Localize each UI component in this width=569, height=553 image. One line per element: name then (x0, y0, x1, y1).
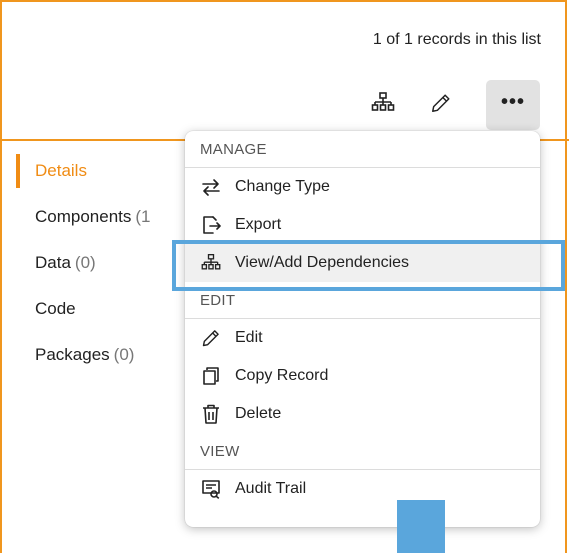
sidebar-item-label: Components (35, 207, 132, 226)
menu-item-delete[interactable]: Delete (185, 395, 540, 433)
record-toolbar: ••• (0, 80, 569, 130)
highlight-callout-box (172, 240, 565, 291)
pencil-icon (201, 328, 221, 348)
records-count: 1 of 1 records in this list (372, 31, 541, 48)
cursor-marker (397, 500, 445, 553)
menu-item-label: Audit Trail (235, 480, 307, 497)
audit-trail-icon (201, 479, 221, 499)
sidebar-item-count: (0) (113, 345, 135, 364)
trash-icon (201, 404, 221, 424)
menu-item-copy-record[interactable]: Copy Record (185, 357, 540, 395)
more-actions-button[interactable]: ••• (486, 80, 540, 130)
export-icon (201, 215, 221, 235)
menu-section-manage: MANAGE (200, 140, 267, 158)
swap-arrows-icon (201, 177, 221, 197)
copy-icon (201, 366, 221, 386)
menu-section-view: VIEW (200, 442, 240, 460)
actions-dropdown-menu: MANAGE Change Type Export View/Add Depen… (185, 131, 540, 527)
sidebar-item-count: (0) (74, 253, 96, 272)
menu-item-label: Export (235, 216, 282, 233)
sidebar-item-label: Packages (35, 345, 110, 364)
menu-item-label: Copy Record (235, 367, 329, 384)
menu-item-label: Edit (235, 329, 263, 346)
hierarchy-icon (371, 91, 395, 120)
more-icon: ••• (500, 91, 525, 113)
pencil-icon (430, 92, 452, 119)
sidebar-item-count: (1 (135, 207, 151, 226)
menu-item-label: Change Type (235, 178, 330, 195)
edit-button[interactable] (418, 82, 464, 128)
sidebar-item-label: Code (35, 299, 76, 318)
menu-item-change-type[interactable]: Change Type (185, 168, 540, 206)
dependencies-button[interactable] (360, 82, 406, 128)
menu-item-audit-trail[interactable]: Audit Trail (185, 470, 540, 508)
menu-item-export[interactable]: Export (185, 206, 540, 244)
sidebar-item-label: Details (35, 161, 87, 180)
menu-item-edit[interactable]: Edit (185, 319, 540, 357)
sidebar-item-label: Data (35, 253, 71, 272)
menu-item-label: Delete (235, 405, 282, 422)
